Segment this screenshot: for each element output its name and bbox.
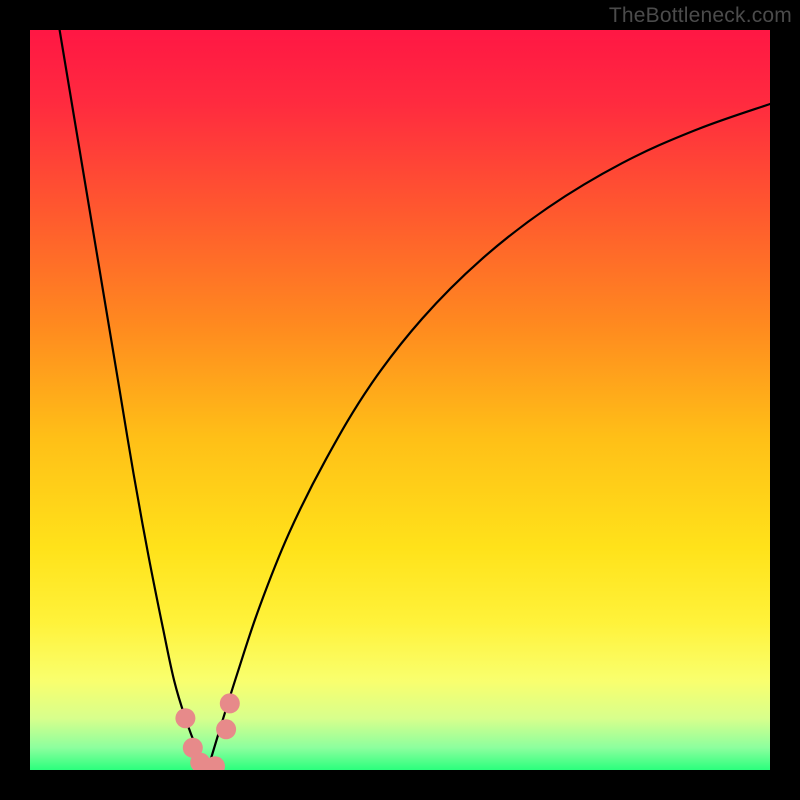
chart-svg	[30, 30, 770, 770]
chart-background	[30, 30, 770, 770]
marker-point	[220, 693, 240, 713]
chart-plot-area	[30, 30, 770, 770]
marker-point	[175, 708, 195, 728]
chart-frame: TheBottleneck.com	[0, 0, 800, 800]
watermark-label: TheBottleneck.com	[609, 4, 792, 28]
marker-point	[216, 719, 236, 739]
